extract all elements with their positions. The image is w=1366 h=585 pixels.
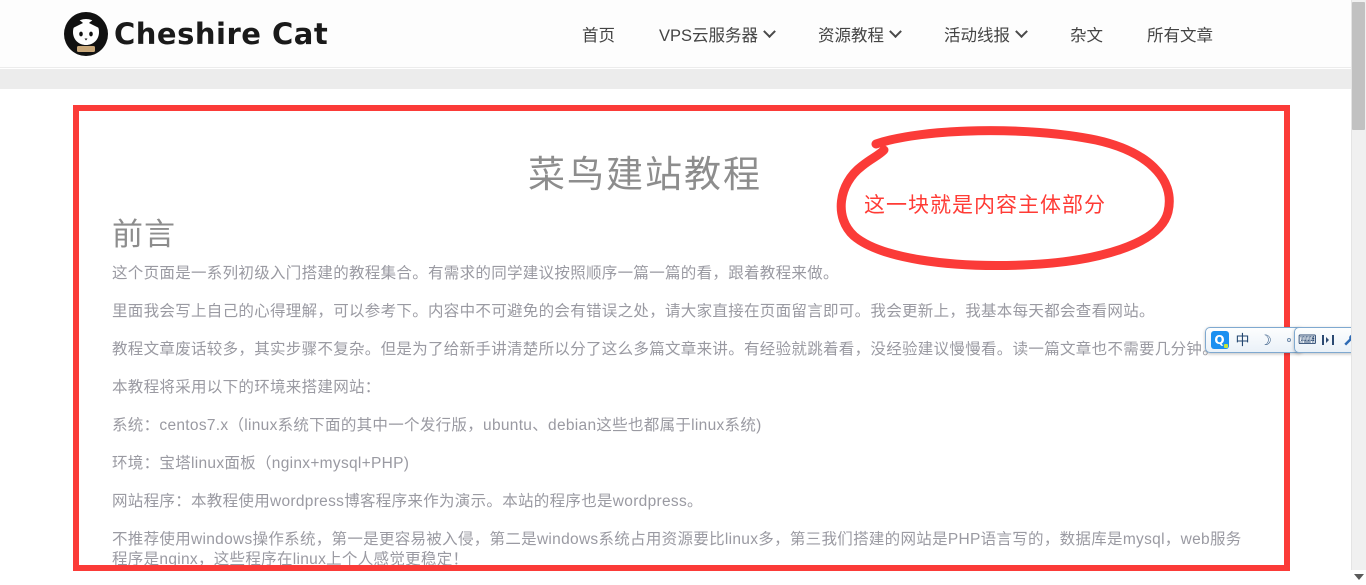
paragraph: 不推荐使用windows操作系统，第一是更容易被入侵，第二是windows系统占… (112, 531, 1242, 568)
ime-language-mode-button[interactable]: 中 (1232, 330, 1253, 350)
cat-face-logo-icon (64, 12, 108, 56)
paragraph: 网站程序：本教程使用wordpress博客程序来作为演示。本站的程序也是word… (112, 493, 703, 510)
nav-label: 资源教程 (818, 27, 885, 45)
nav-label: 杂文 (1070, 27, 1104, 45)
dot-icon (1286, 338, 1291, 342)
nav-item-essays[interactable]: 杂文 (1048, 0, 1125, 68)
paragraph: 里面我会写上自己的心得理解，可以参考下。内容中不可避免的会有错误之处，请大家直接… (112, 303, 1155, 320)
toolbox-glyph (1322, 335, 1335, 345)
nav-item-home[interactable]: 首页 (560, 0, 637, 68)
section-heading-preface: 前言 (112, 217, 176, 252)
paragraph: 系统：centos7.x（linux系统下面的其中一个发行版，ubuntu、de… (112, 417, 762, 434)
nav-label: VPS云服务器 (659, 27, 759, 45)
header-divider-band (0, 69, 1351, 89)
annotation-highlight-box-bottom (73, 565, 1290, 571)
nav-item-resource-tutorials[interactable]: 资源教程 (796, 0, 922, 68)
browser-page: Cheshire Cat 首页 VPS云服务器 资源教程 活动线报 杂文 所有文… (0, 0, 1366, 585)
chevron-down-icon (889, 24, 902, 38)
keyboard-icon[interactable]: ⌨ (1298, 330, 1317, 350)
ime-moon-icon[interactable]: ☽ (1255, 330, 1276, 350)
qq-ime-logo-icon[interactable]: Q (1209, 330, 1230, 350)
scrollbar-down-arrow[interactable] (1352, 569, 1365, 584)
nav-item-all-articles[interactable]: 所有文章 (1125, 0, 1235, 68)
paragraph: 教程文章废话较多，其实步骤不复杂。但是为了给新手讲清楚所以分了这么多篇文章来讲。… (112, 341, 1219, 358)
site-header: Cheshire Cat 首页 VPS云服务器 资源教程 活动线报 杂文 所有文… (0, 0, 1351, 68)
paragraph: 本教程将采用以下的环境来搭建网站： (112, 379, 381, 396)
ime-logo-letter: Q (1210, 331, 1229, 349)
nav-label: 首页 (582, 27, 615, 45)
article-content-area: 菜鸟建站教程 前言 这个页面是一系列初级入门搭建的教程集合。有需求的同学建议按照… (0, 89, 1351, 585)
paragraph: 这个页面是一系列初级入门搭建的教程集合。有需求的同学建议按照顺序一篇一篇的看，跟… (112, 265, 839, 282)
scrollbar-thumb[interactable] (1352, 2, 1365, 130)
paragraph: 环境：宝塔linux面板（nginx+mysql+PHP) (112, 455, 410, 472)
nav-item-vps-cloud-server[interactable]: VPS云服务器 (637, 0, 796, 68)
site-logo-text: Cheshire Cat (114, 17, 329, 51)
chevron-down-icon (1015, 24, 1028, 38)
nav-label: 活动线报 (944, 27, 1011, 45)
ime-toolbar-left[interactable]: Q 中 ☽ (1205, 327, 1303, 353)
ime-toolbox-icon[interactable] (1319, 330, 1338, 350)
nav-item-activity-news[interactable]: 活动线报 (922, 0, 1048, 68)
vertical-scrollbar[interactable] (1351, 0, 1366, 570)
site-logo[interactable]: Cheshire Cat (62, 10, 328, 58)
chevron-down-icon (763, 24, 776, 38)
nav-label: 所有文章 (1147, 27, 1214, 45)
main-navigation: 首页 VPS云服务器 资源教程 活动线报 杂文 所有文章 (560, 0, 1235, 68)
annotation-label: 这一块就是内容主体部分 (864, 194, 1106, 217)
article-body: 这个页面是一系列初级入门搭建的教程集合。有需求的同学建议按照顺序一篇一篇的看，跟… (112, 264, 1242, 570)
